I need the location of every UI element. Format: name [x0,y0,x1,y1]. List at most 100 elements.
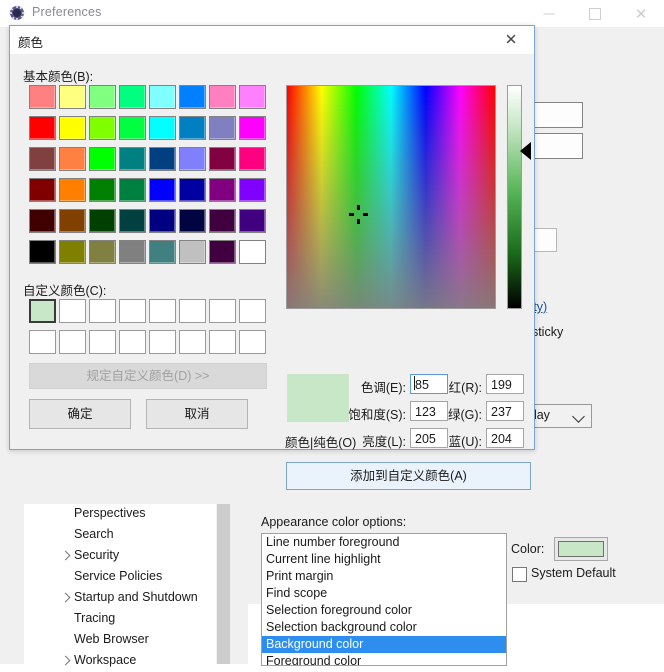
tree-item-web-browser[interactable]: Web Browser [24,630,216,651]
basic-color-swatch[interactable] [179,209,206,233]
basic-colors-grid[interactable] [29,85,269,275]
add-to-custom-colors-button[interactable]: 添加到自定义颜色(A) [286,462,531,490]
custom-color-swatch[interactable] [149,330,176,354]
ok-button[interactable]: 确定 [29,399,131,429]
basic-color-swatch[interactable] [179,178,206,202]
basic-color-swatch[interactable] [89,147,116,171]
list-item[interactable]: Foreground color [262,653,506,665]
custom-color-swatch[interactable] [29,330,56,354]
basic-color-swatch[interactable] [149,147,176,171]
basic-color-swatch[interactable] [119,147,146,171]
basic-color-swatch[interactable] [59,116,86,140]
basic-color-swatch[interactable] [209,116,236,140]
basic-color-swatch[interactable] [89,178,116,202]
appearance-color-options-list[interactable]: Line number foreground Current line highl… [261,533,507,666]
list-item[interactable]: Print margin [262,568,506,585]
hidden-field-2[interactable] [527,133,583,159]
cancel-button[interactable]: 取消 [146,399,248,429]
basic-color-swatch[interactable] [179,147,206,171]
basic-color-swatch[interactable] [59,85,86,109]
list-item[interactable]: Selection background color [262,619,506,636]
tree-item-perspectives[interactable]: Perspectives [24,504,216,525]
basic-color-swatch[interactable] [89,116,116,140]
basic-color-swatch[interactable] [59,240,86,264]
basic-color-swatch[interactable] [239,85,266,109]
color-dialog-close-button[interactable]: ✕ [492,26,530,53]
red-input[interactable]: 199 [486,374,524,394]
basic-color-swatch[interactable] [239,209,266,233]
list-item[interactable]: Line number foreground [262,534,506,551]
basic-color-swatch[interactable] [89,240,116,264]
basic-color-swatch[interactable] [239,178,266,202]
tree-scrollbar-thumb[interactable] [217,504,230,664]
basic-color-swatch[interactable] [149,85,176,109]
tree-item-security[interactable]: Security [24,546,216,567]
custom-color-swatch[interactable] [119,330,146,354]
maximize-button[interactable] [572,0,618,27]
tree-item-tracing[interactable]: Tracing [24,609,216,630]
custom-colors-grid[interactable] [29,299,269,355]
custom-color-swatch[interactable] [239,330,266,354]
system-default-checkbox[interactable] [512,567,527,582]
basic-color-swatch[interactable] [179,85,206,109]
custom-color-swatch[interactable] [59,330,86,354]
color-gradient-field[interactable] [286,85,496,309]
basic-color-swatch[interactable] [209,209,236,233]
basic-color-swatch[interactable] [89,85,116,109]
basic-color-swatch[interactable] [179,116,206,140]
custom-color-swatch[interactable] [119,299,146,323]
basic-color-swatch[interactable] [149,178,176,202]
chevron-right-icon[interactable] [60,592,71,603]
list-item[interactable]: Selection foreground color [262,602,506,619]
custom-color-swatch[interactable] [89,299,116,323]
green-input[interactable]: 237 [486,401,524,421]
basic-color-swatch[interactable] [59,178,86,202]
basic-color-swatch[interactable] [149,240,176,264]
preferences-tree[interactable]: Perspectives Search Security Service Polici… [24,504,216,667]
custom-color-swatch[interactable] [179,330,206,354]
tree-item-startup-and-shutdown[interactable]: Startup and Shutdown [24,588,216,609]
basic-color-swatch[interactable] [29,240,56,264]
basic-color-swatch[interactable] [119,85,146,109]
basic-color-swatch[interactable] [149,209,176,233]
basic-color-swatch[interactable] [179,240,206,264]
minimize-button[interactable] [526,0,572,27]
gradient-crosshair-cursor[interactable] [349,205,368,224]
chevron-right-icon[interactable] [60,550,71,561]
close-button[interactable]: ✕ [618,0,664,27]
color-swatch-button[interactable] [554,537,608,561]
luminance-slider-thumb-icon[interactable] [520,142,531,160]
custom-color-swatch[interactable] [209,330,236,354]
basic-color-swatch[interactable] [119,240,146,264]
luminance-slider[interactable] [507,85,522,309]
basic-color-swatch[interactable] [239,240,266,264]
basic-color-swatch[interactable] [59,209,86,233]
basic-color-swatch[interactable] [29,116,56,140]
blue-input[interactable]: 204 [486,428,524,448]
basic-color-swatch[interactable] [29,147,56,171]
custom-color-swatch[interactable] [59,299,86,323]
basic-color-swatch[interactable] [119,178,146,202]
custom-color-swatch[interactable] [89,330,116,354]
list-item[interactable]: Current line highlight [262,551,506,568]
basic-color-swatch[interactable] [209,240,236,264]
hidden-field-1[interactable] [527,102,583,128]
basic-color-swatch[interactable] [239,147,266,171]
custom-color-swatch[interactable] [149,299,176,323]
basic-color-swatch[interactable] [209,178,236,202]
tree-item-service-policies[interactable]: Service Policies [24,567,216,588]
basic-color-swatch[interactable] [119,209,146,233]
tree-item-workspace[interactable]: Workspace [24,651,216,672]
basic-color-swatch[interactable] [29,209,56,233]
basic-color-swatch[interactable] [209,85,236,109]
chevron-right-icon[interactable] [60,655,71,666]
custom-color-swatch[interactable] [209,299,236,323]
custom-color-swatch[interactable] [29,299,56,323]
basic-color-swatch[interactable] [59,147,86,171]
define-custom-colors-button[interactable]: 规定自定义颜色(D) >> [29,363,267,389]
custom-color-swatch[interactable] [239,299,266,323]
tree-item-search[interactable]: Search [24,525,216,546]
list-item[interactable]: Find scope [262,585,506,602]
basic-color-swatch[interactable] [119,116,146,140]
basic-color-swatch[interactable] [209,147,236,171]
